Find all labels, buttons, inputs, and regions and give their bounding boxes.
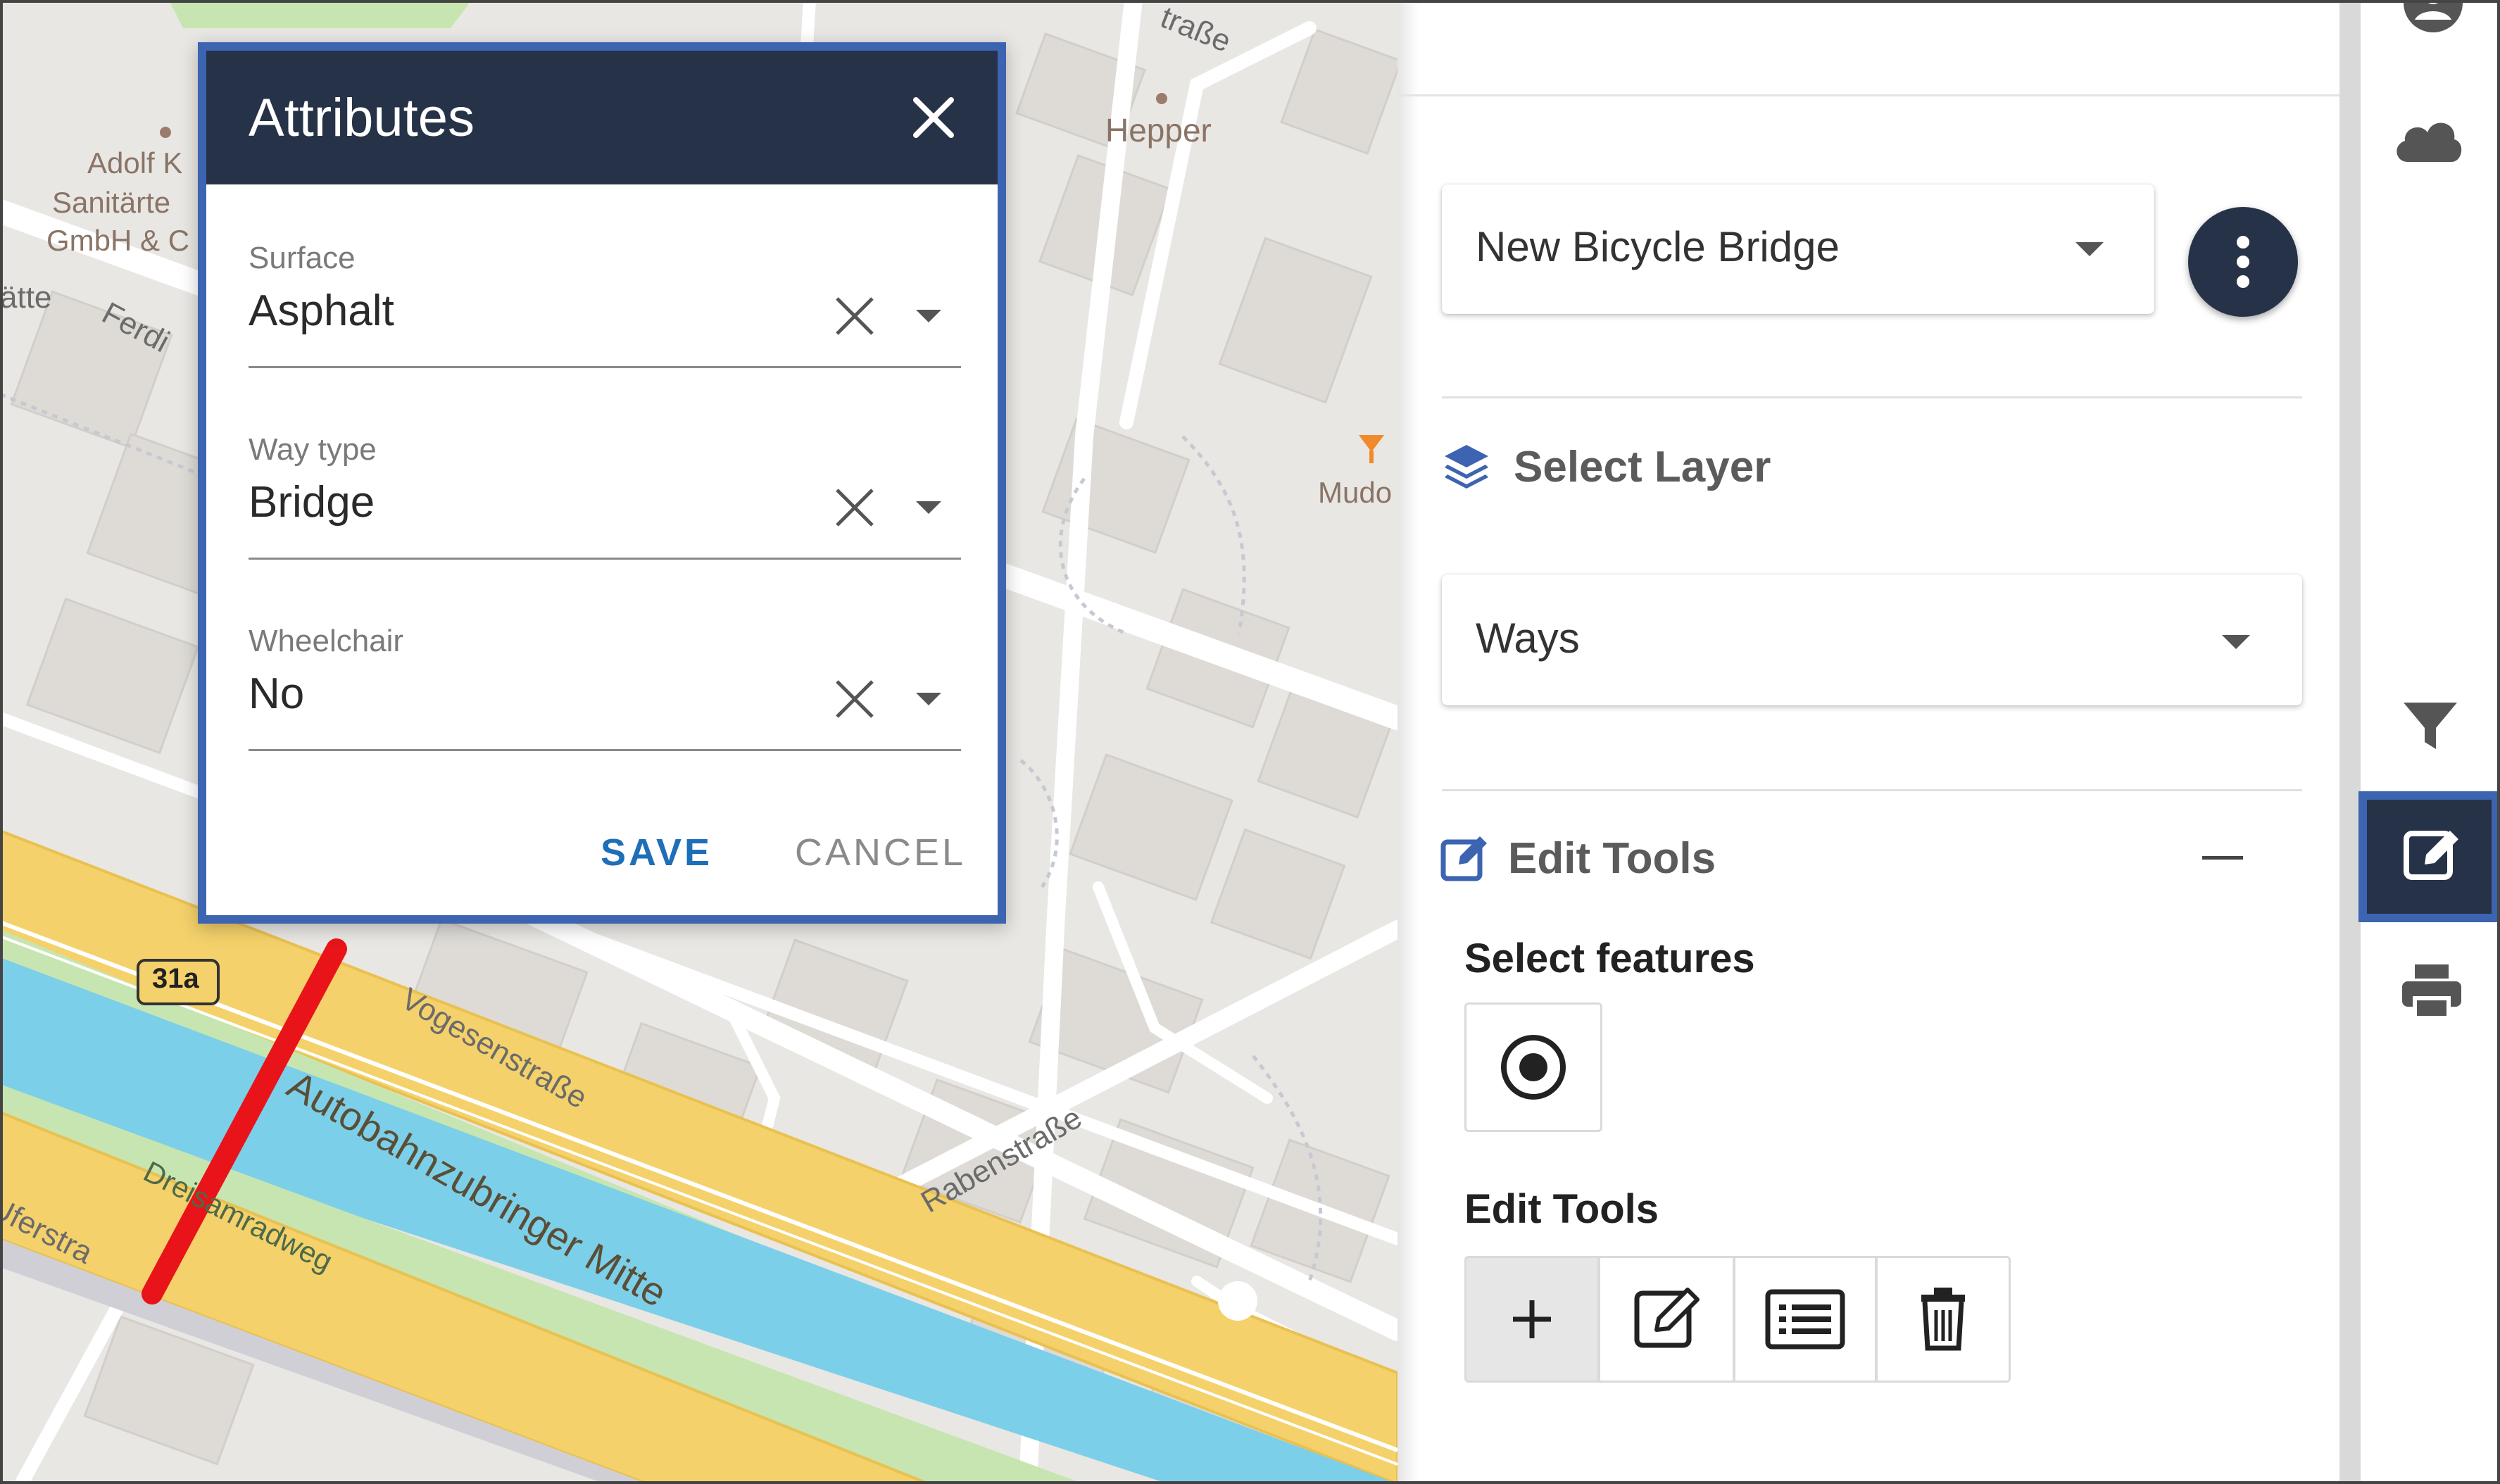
edit-icon <box>2404 831 2458 880</box>
layer-select[interactable]: Ways <box>1442 574 2302 705</box>
map-label-street: ätte <box>0 280 52 315</box>
filter-icon[interactable] <box>2401 698 2460 755</box>
field-value[interactable]: Asphalt <box>249 286 394 336</box>
user-icon[interactable] <box>2399 0 2467 37</box>
chevron-down-icon[interactable] <box>916 693 941 705</box>
panel-shadow <box>1397 0 1419 1484</box>
chevron-down-icon[interactable] <box>916 501 941 514</box>
delete-feature-button[interactable] <box>1876 1256 2011 1383</box>
chevron-down-icon[interactable] <box>916 310 941 322</box>
map-label-poi: Adolf K <box>87 146 183 180</box>
edit-tools-rail-button[interactable] <box>2358 791 2500 922</box>
add-feature-button[interactable] <box>1464 1256 1600 1383</box>
list-icon <box>1765 1289 1845 1350</box>
field-label: Way type <box>249 432 377 467</box>
cancel-button[interactable]: CANCEL <box>795 831 966 874</box>
field-value[interactable]: Bridge <box>249 477 375 527</box>
edit-tools-title: Edit Tools <box>1508 834 1716 883</box>
section-divider <box>1442 396 2302 398</box>
select-features-title: Select features <box>1464 936 1755 981</box>
trash-icon <box>1921 1288 1965 1351</box>
map-label-poi: Hepper <box>1105 112 1212 149</box>
panel-header-divider <box>1397 94 2339 96</box>
chevron-down-icon[interactable] <box>2222 635 2250 649</box>
select-layer-title: Select Layer <box>1514 443 1771 491</box>
collapse-icon[interactable] <box>2202 856 2243 860</box>
select-features-button[interactable] <box>1464 1002 1602 1132</box>
radio-target-icon <box>1501 1035 1566 1100</box>
edit-icon <box>1634 1288 1700 1348</box>
project-select-value: New Bicycle Bridge <box>1476 223 1840 270</box>
clear-icon[interactable] <box>833 677 877 721</box>
way-type-field[interactable]: Way type Bridge <box>249 432 961 566</box>
dialog-header: Attributes <box>206 51 998 184</box>
project-select[interactable]: New Bicycle Bridge <box>1442 184 2154 314</box>
map-label-poi: GmbH & C <box>46 224 190 257</box>
field-label: Wheelchair <box>249 624 404 658</box>
edit-icon <box>1440 836 1487 881</box>
chevron-down-icon[interactable] <box>2075 242 2104 256</box>
wheelchair-field[interactable]: Wheelchair No <box>249 624 961 757</box>
map-label-poi: Sanitärte <box>52 186 171 219</box>
layers-icon <box>1445 445 1488 489</box>
attributes-list-button[interactable] <box>1733 1256 1877 1383</box>
app-window: Adolf K Sanitärte GmbH & C Hepper Mudo ä… <box>0 0 2500 1484</box>
print-icon[interactable] <box>2399 962 2464 1021</box>
clear-icon[interactable] <box>833 294 877 338</box>
section-divider <box>1442 789 2302 791</box>
attributes-dialog: Attributes Surface Asphalt Way type Brid… <box>198 42 1006 924</box>
more-vertical-icon <box>2237 236 2249 288</box>
field-underline <box>249 558 961 560</box>
clear-icon[interactable] <box>833 486 877 529</box>
map-label-poi: Mudo <box>1318 476 1393 509</box>
close-icon[interactable] <box>909 93 958 142</box>
layer-select-value: Ways <box>1476 615 1580 662</box>
plus-icon <box>1513 1300 1551 1338</box>
cloud-icon[interactable] <box>2392 110 2466 166</box>
save-button[interactable]: SAVE <box>601 831 712 874</box>
field-value[interactable]: No <box>249 669 304 719</box>
edit-tools-subtitle: Edit Tools <box>1464 1186 1659 1232</box>
more-options-button[interactable] <box>2188 207 2298 317</box>
route-shield-label: 31a <box>152 963 199 994</box>
field-label: Surface <box>249 241 356 275</box>
panel-scrollbar[interactable] <box>2339 0 2361 1484</box>
modify-feature-button[interactable] <box>1598 1256 1735 1383</box>
field-underline <box>249 749 961 751</box>
dialog-title: Attributes <box>249 88 475 148</box>
surface-field[interactable]: Surface Asphalt <box>249 241 961 375</box>
field-underline <box>249 366 961 368</box>
